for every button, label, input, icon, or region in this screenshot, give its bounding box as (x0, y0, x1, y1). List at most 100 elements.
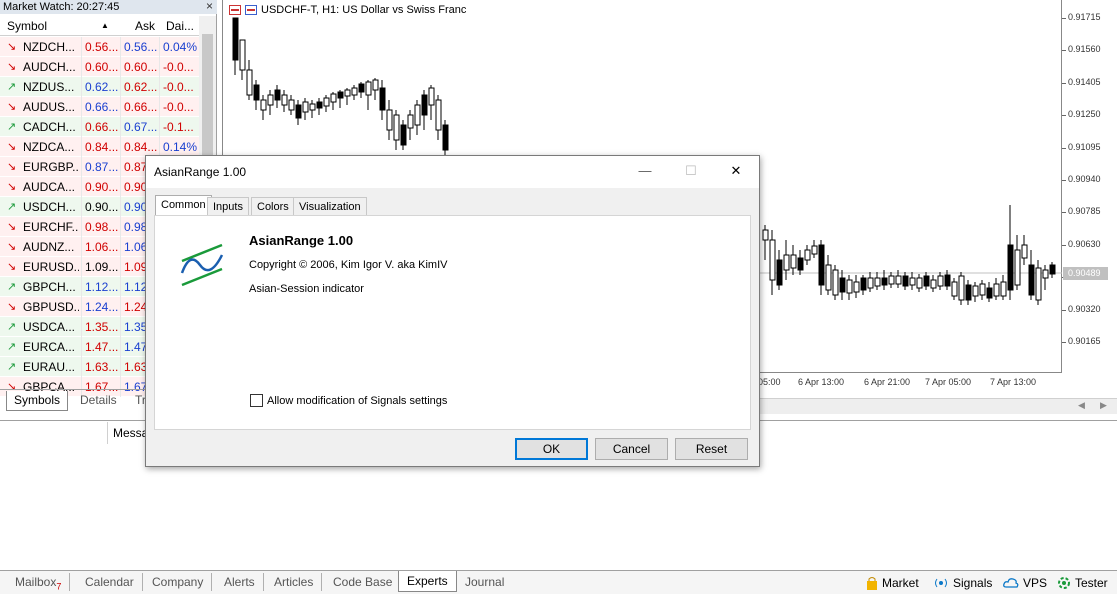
symbol-name: NZDCH... (23, 40, 75, 54)
status-tester[interactable]: Tester (1057, 574, 1108, 592)
column-symbol[interactable]: Symbol (7, 19, 47, 33)
candle-body (407, 114, 414, 129)
column-divider (120, 37, 121, 57)
tab-mailbox[interactable]: Mailbox7 (7, 573, 71, 591)
tab-details[interactable]: Details (73, 391, 124, 411)
column-divider (81, 337, 82, 357)
cancel-button[interactable]: Cancel (595, 438, 668, 460)
candle-body (888, 275, 895, 285)
tab-code-base[interactable]: Code Base (325, 573, 402, 591)
candle-body (358, 83, 365, 93)
tab-articles[interactable]: Articles (266, 573, 323, 591)
candle-body (979, 283, 986, 296)
tab-company[interactable]: Company (144, 573, 213, 591)
candle-body (937, 275, 944, 287)
column-divider (159, 117, 160, 137)
symbol-name: GBPCH... (23, 280, 76, 294)
candle-body (958, 275, 965, 301)
tab-experts[interactable]: Experts (398, 571, 457, 592)
arrow-down-icon: ↘ (7, 161, 17, 173)
sort-asc-icon[interactable]: ▲ (101, 21, 109, 30)
close-icon[interactable]: × (206, 0, 213, 13)
candle-body (1035, 267, 1042, 301)
bid-price: 0.62... (85, 80, 119, 94)
candle-body (832, 269, 839, 296)
chart-scrollbar[interactable]: ◀ ▶ (760, 398, 1117, 414)
market-watch-header: Symbol ▲ Ask Dai... (0, 16, 199, 36)
symbol-name: EURAU... (23, 360, 76, 374)
candle-body (965, 284, 972, 301)
candle-body (923, 275, 930, 287)
candle-body (253, 84, 260, 101)
minimize-icon[interactable]: — (622, 156, 668, 188)
allow-signals-label: Allow modification of Signals settings (267, 394, 448, 407)
candle-body (769, 239, 776, 281)
candle-body (944, 274, 951, 287)
candle-body (902, 275, 909, 287)
tab-colors[interactable]: Colors (251, 197, 295, 216)
symbol-row[interactable]: ↘ AUDUS... 0.66... 0.66... -0.0... (0, 97, 199, 117)
status-signals[interactable]: Signals (933, 574, 992, 592)
price-tick-label: 0.91095 (1062, 141, 1101, 152)
candle-body (1014, 249, 1021, 286)
dialog-titlebar[interactable]: AsianRange 1.00 — ☐ ✕ (146, 156, 759, 188)
ask-price: 0.67... (124, 120, 158, 134)
tab-alerts[interactable]: Alerts (216, 573, 264, 591)
arrow-up-icon: ↗ (7, 201, 17, 213)
candle-body (790, 254, 797, 269)
symbol-row[interactable]: ↗ CADCH... 0.66... 0.67... -0.1... (0, 117, 199, 137)
allow-signals-setting[interactable]: Allow modification of Signals settings (250, 394, 447, 407)
tab-calendar[interactable]: Calendar (77, 573, 143, 591)
column-message[interactable]: Messa (107, 422, 148, 444)
symbol-row[interactable]: ↘ NZDCH... 0.56... 0.56... 0.04% (0, 37, 199, 57)
allow-signals-checkbox[interactable] (250, 394, 263, 407)
symbol-row[interactable]: ↘ NZDCA... 0.84... 0.84... 0.14% (0, 137, 199, 157)
column-divider (120, 337, 121, 357)
symbol-row[interactable]: ↘ AUDCH... 0.60... 0.60... -0.0... (0, 57, 199, 77)
tab-inputs[interactable]: Inputs (207, 197, 249, 216)
status-label: VPS (1023, 576, 1048, 590)
status-label: Tester (1075, 576, 1108, 590)
candle-body (1007, 244, 1014, 291)
price-tick-label: 0.90630 (1062, 238, 1101, 249)
scroll-left-icon[interactable]: ◀ (1078, 400, 1085, 411)
cloud-icon (1003, 578, 1019, 588)
status-vps[interactable]: VPS (1003, 574, 1047, 592)
candle-body (811, 245, 818, 255)
column-daily[interactable]: Dai... (166, 19, 194, 33)
column-ask[interactable]: Ask (135, 19, 155, 33)
reset-button[interactable]: Reset (675, 438, 748, 460)
tab-journal[interactable]: Journal (457, 573, 512, 591)
column-divider (81, 197, 82, 217)
status-market[interactable]: Market (866, 574, 919, 592)
column-divider (81, 237, 82, 257)
close-icon[interactable]: ✕ (713, 156, 759, 188)
candle-body (986, 287, 993, 299)
tab-common[interactable]: Common (155, 195, 212, 216)
column-divider (81, 257, 82, 277)
bid-price: 0.87... (85, 160, 119, 174)
bid-price: 0.84... (85, 140, 119, 154)
bid-price: 1.09... (85, 260, 119, 274)
symbol-name: USDCA... (23, 320, 76, 334)
column-divider (81, 117, 82, 137)
candle-body (860, 277, 867, 291)
price-tick-label: 0.90320 (1062, 303, 1101, 314)
symbol-name: EURCA... (23, 340, 76, 354)
scroll-right-icon[interactable]: ▶ (1100, 400, 1107, 411)
toolbox-tabs: Mailbox7 Calendar Company Alerts Article… (0, 570, 1117, 594)
symbol-row[interactable]: ↗ NZDUS... 0.62... 0.62... -0.0... (0, 77, 199, 97)
arrow-down-icon: ↘ (7, 61, 17, 73)
arrow-up-icon: ↗ (7, 341, 17, 353)
column-divider (81, 77, 82, 97)
candle-body (993, 283, 1000, 297)
arrow-down-icon: ↘ (7, 221, 17, 233)
column-divider (120, 137, 121, 157)
bid-price: 1.47... (85, 340, 119, 354)
column-divider (120, 237, 121, 257)
candle-body (365, 81, 372, 96)
ask-price: 0.84... (124, 140, 158, 154)
ok-button[interactable]: OK (515, 438, 588, 460)
tab-visualization[interactable]: Visualization (293, 197, 367, 216)
tab-symbols[interactable]: Symbols (6, 391, 69, 411)
